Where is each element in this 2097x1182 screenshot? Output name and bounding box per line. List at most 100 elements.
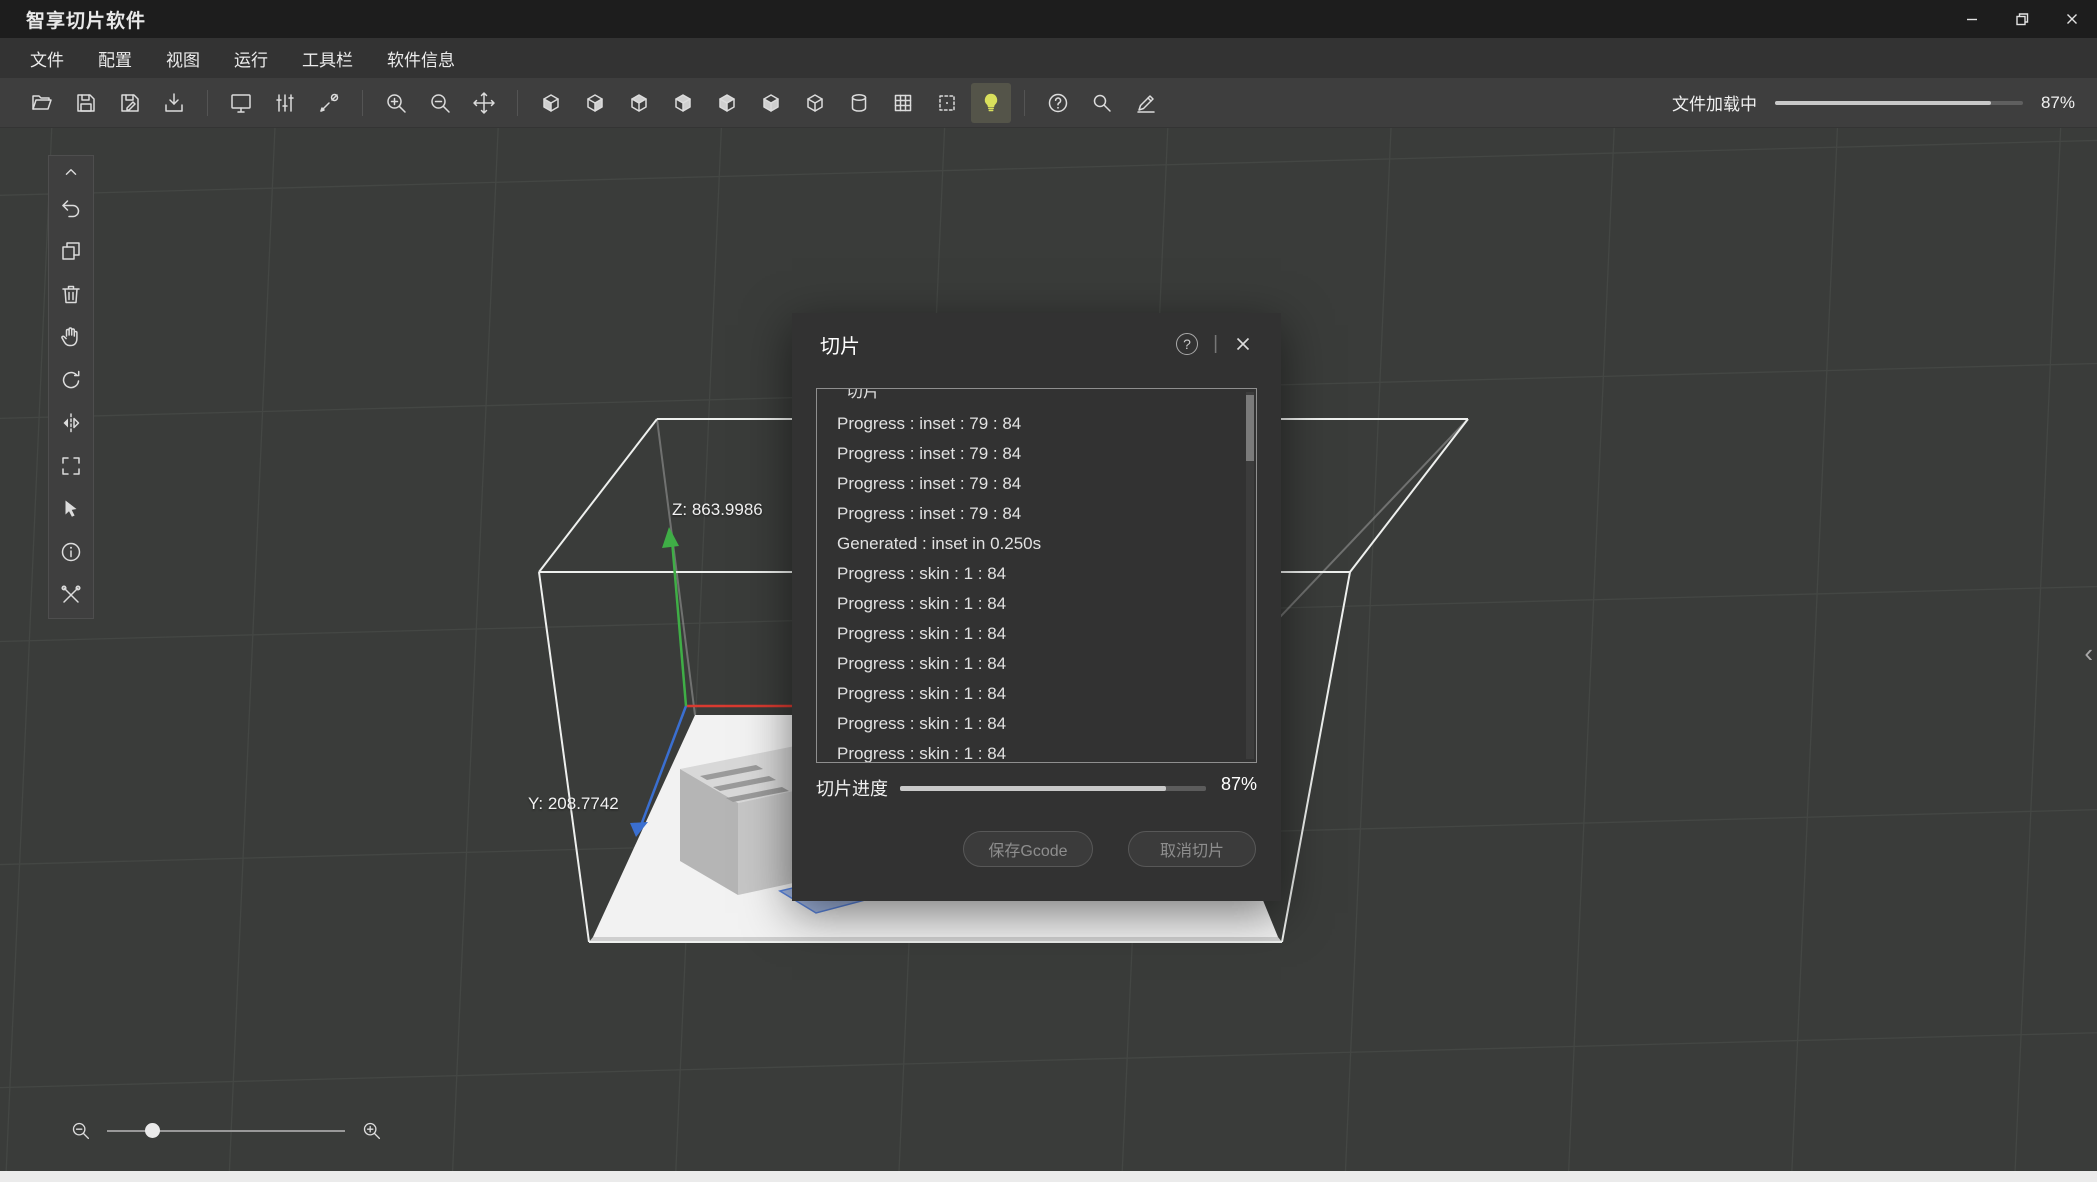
slicing-log-legend: 切片 [839, 388, 887, 402]
pan-button[interactable] [50, 315, 92, 358]
restore-button[interactable] [1997, 0, 2047, 38]
panel-collapse-chevron[interactable]: ‹ [2084, 640, 2093, 666]
collapse-up-icon [60, 161, 82, 183]
open-file-button[interactable] [22, 83, 62, 123]
help-button[interactable] [1038, 83, 1078, 123]
rotate-icon [59, 368, 83, 392]
collapse-up-button[interactable] [50, 158, 92, 186]
mirror-button[interactable] [50, 401, 92, 444]
app-title: 智享切片软件 [26, 6, 146, 33]
log-line: Progress : inset : 79 : 84 [837, 499, 1236, 529]
cube-view-iso-button[interactable] [795, 83, 835, 123]
log-line: Progress : skin : 1 : 84 [837, 559, 1236, 589]
wireframe-cube-icon [935, 91, 959, 115]
cube-view-front-icon [539, 91, 563, 115]
fit-view-icon [59, 454, 83, 478]
close-button[interactable] [2047, 0, 2097, 38]
cube-view-right-button[interactable] [663, 83, 703, 123]
lattice-button[interactable] [883, 83, 923, 123]
cube-view-bottom-icon [759, 91, 783, 115]
slicing-log-lines: Progress : inset : 79 : 84 Progress : in… [817, 389, 1256, 763]
zoom-slider[interactable] [107, 1130, 345, 1132]
toolbar-separator [517, 90, 518, 116]
cube-view-right-icon [671, 91, 695, 115]
file-loading-bar [1775, 101, 2023, 105]
repair-button[interactable] [50, 573, 92, 616]
info-icon [59, 540, 83, 564]
wireframe-cube-button[interactable] [927, 83, 967, 123]
cylinder-button[interactable] [839, 83, 879, 123]
zoom-in-icon[interactable] [361, 1120, 382, 1141]
dialog-close-button[interactable] [1233, 334, 1253, 354]
search-button[interactable] [1082, 83, 1122, 123]
zoom-out-icon [428, 91, 452, 115]
menu-run[interactable]: 运行 [234, 46, 268, 71]
minimize-button[interactable] [1947, 0, 1997, 38]
select-button[interactable] [50, 487, 92, 530]
zoom-slider-thumb[interactable] [145, 1123, 160, 1138]
move-button[interactable] [464, 83, 504, 123]
zoom-in-icon [384, 91, 408, 115]
zoom-in-button[interactable] [376, 83, 416, 123]
dialog-header-divider: | [1213, 333, 1218, 355]
dialog-header: 切片 ? | [792, 313, 1281, 375]
log-line: Progress : inset : 79 : 84 [837, 409, 1236, 439]
toolbar-separator [362, 90, 363, 116]
pen-button[interactable] [1126, 83, 1166, 123]
cube-view-top-icon [715, 91, 739, 115]
load-button[interactable] [154, 83, 194, 123]
display-button[interactable] [221, 83, 261, 123]
cube-view-left-icon [627, 91, 651, 115]
lattice-icon [891, 91, 915, 115]
zoom-out-button[interactable] [420, 83, 460, 123]
sliders-button[interactable] [265, 83, 305, 123]
delete-button[interactable] [50, 272, 92, 315]
duplicate-button[interactable] [50, 229, 92, 272]
menu-toolbar[interactable]: 工具栏 [302, 46, 353, 71]
info-button[interactable] [50, 530, 92, 573]
log-line: Progress : skin : 1 : 84 [837, 709, 1236, 739]
menu-config[interactable]: 配置 [98, 46, 132, 71]
fit-view-button[interactable] [50, 444, 92, 487]
menu-file[interactable]: 文件 [30, 46, 64, 71]
cube-view-bottom-button[interactable] [751, 83, 791, 123]
save-gcode-button[interactable]: 保存Gcode [963, 831, 1093, 867]
cancel-slicing-button[interactable]: 取消切片 [1128, 831, 1256, 867]
menu-view[interactable]: 视图 [166, 46, 200, 71]
delete-icon [59, 282, 83, 306]
bulb-button[interactable] [971, 83, 1011, 123]
log-line: Generated : inset in 0.250s [837, 529, 1236, 559]
save-icon [74, 91, 98, 115]
viewport-stage: Z: 863.9986 Y: 208.7742 ‹ 切片 ? | [0, 128, 2097, 1171]
menu-about[interactable]: 软件信息 [387, 46, 455, 71]
file-loading-label: 文件加载中 [1672, 90, 1757, 115]
pen-icon [1134, 91, 1158, 115]
menu-bar: 文件 配置 视图 运行 工具栏 软件信息 [0, 38, 2097, 78]
dialog-help-icon[interactable]: ? [1176, 333, 1198, 355]
slicing-progress-percent: 87% [1221, 774, 1257, 795]
log-scrollbar-thumb[interactable] [1246, 395, 1254, 461]
select-icon [59, 497, 83, 521]
save-as-button[interactable] [110, 83, 150, 123]
dialog-close-icon [1235, 336, 1251, 352]
cube-view-top-button[interactable] [707, 83, 747, 123]
undo-icon [59, 196, 83, 220]
tools-icon [317, 91, 341, 115]
cube-view-front-button[interactable] [531, 83, 571, 123]
cube-view-left-button[interactable] [619, 83, 659, 123]
tools-button[interactable] [309, 83, 349, 123]
z-axis-label: Z: 863.9986 [672, 500, 763, 520]
log-scrollbar-track[interactable] [1246, 392, 1254, 759]
save-button[interactable] [66, 83, 106, 123]
window-controls [1947, 0, 2097, 38]
save-as-icon [118, 91, 142, 115]
zoom-control [70, 1120, 382, 1141]
cube-view-back-button[interactable] [575, 83, 615, 123]
zoom-out-icon[interactable] [70, 1120, 91, 1141]
log-line: Progress : skin : 1 : 84 [837, 739, 1236, 763]
slicing-progress-fill [900, 786, 1166, 791]
toolbar-separator [207, 90, 208, 116]
rotate-button[interactable] [50, 358, 92, 401]
slicing-log-box: 切片 Progress : inset : 79 : 84 Progress :… [816, 388, 1257, 763]
undo-button[interactable] [50, 186, 92, 229]
